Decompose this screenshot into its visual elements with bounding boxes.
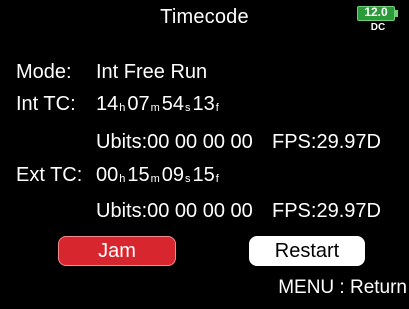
ext-tc-seconds-unit: s [185, 173, 191, 185]
ext-tc-seconds: 09 [161, 164, 185, 186]
ext-tc-minutes: 15 [127, 164, 150, 186]
ext-tc-row: Ext TC: 00h 15m 09s 15f [16, 163, 221, 191]
int-tc-ubits: Ubits:00 00 00 00 [96, 131, 253, 153]
ext-tc-ubits: Ubits:00 00 00 00 [96, 200, 253, 222]
ext-tc-label: Ext TC: [16, 164, 83, 186]
ext-tc-minutes-unit: m [150, 173, 160, 185]
ext-tc-ubits-row: Ubits:00 00 00 00 FPS:29.97D [96, 199, 381, 223]
ext-tc-hours: 00 [96, 164, 119, 186]
mode-row: Mode: Int Free Run [16, 60, 207, 84]
int-tc-minutes-unit: m [150, 102, 160, 114]
int-tc-label: Int TC: [16, 93, 76, 115]
int-tc-value: 14h 07m 54s 13f [96, 92, 221, 120]
timecode-screen: Timecode 12.0 DC Mode: Int Free Run Int T… [0, 0, 409, 309]
menu-return-hint: MENU : Return [278, 277, 407, 298]
battery-icon: 12.0 DC [357, 5, 400, 36]
title-bar: Timecode 12.0 DC [0, 0, 409, 38]
ext-tc-frames: 15 [192, 164, 215, 186]
power-source: DC [370, 22, 386, 33]
int-tc-frames-unit: f [215, 102, 219, 114]
ext-tc-frames-unit: f [215, 173, 219, 185]
ext-tc-hours-unit: h [119, 173, 126, 185]
battery-voltage: 12.0 [364, 5, 388, 19]
jam-button[interactable]: Jam [58, 236, 176, 266]
page-title: Timecode [160, 6, 249, 28]
int-tc-seconds: 54 [161, 93, 185, 115]
mode-value: Int Free Run [96, 61, 208, 83]
int-tc-seconds-unit: s [185, 102, 191, 114]
mode-label: Mode: [16, 61, 72, 83]
int-tc-hours: 14 [96, 93, 119, 115]
int-tc-ubits-row: Ubits:00 00 00 00 FPS:29.97D [96, 130, 381, 154]
restart-button[interactable]: Restart [249, 236, 365, 266]
int-tc-hours-unit: h [119, 102, 126, 114]
int-tc-minutes: 07 [127, 93, 150, 115]
int-tc-frames: 13 [192, 93, 215, 115]
int-tc-row: Int TC: 14h 07m 54s 13f [16, 92, 221, 120]
ext-tc-value: 00h 15m 09s 15f [96, 163, 221, 191]
int-tc-fps: FPS:29.97D [272, 131, 381, 153]
ext-tc-fps: FPS:29.97D [272, 200, 381, 222]
battery-terminal [395, 10, 398, 17]
